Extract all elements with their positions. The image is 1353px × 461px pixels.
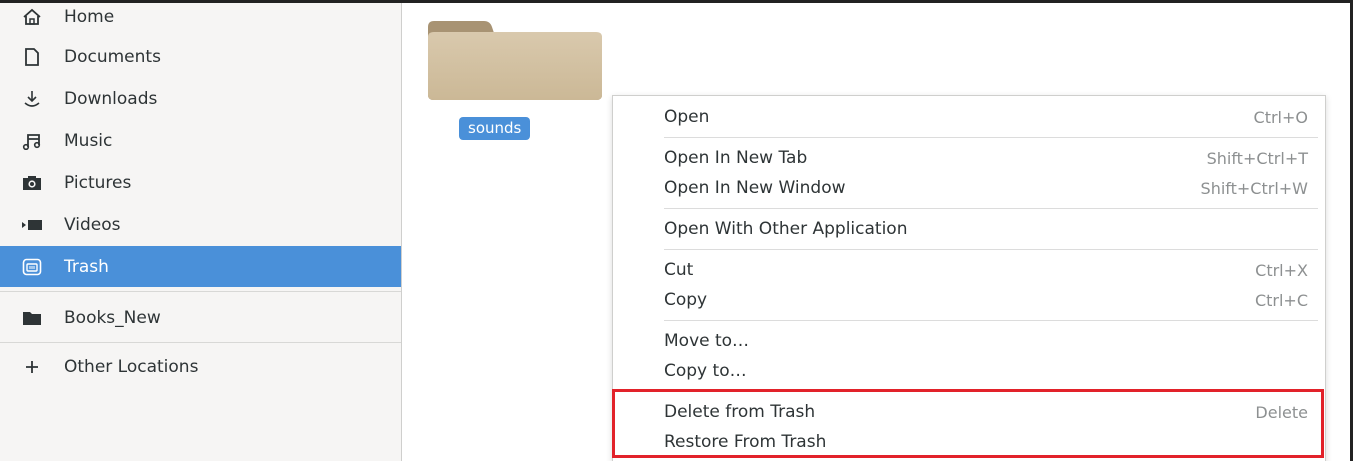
- menu-item-label: Move to…: [664, 331, 750, 351]
- sidebar-item-label: Other Locations: [64, 357, 199, 377]
- file-manager-window: Home Documents Downloads Music Pictures: [0, 0, 1353, 461]
- sidebar-item-label: Documents: [64, 47, 161, 67]
- sidebar-item-label: Pictures: [64, 173, 132, 193]
- menu-item-label: Open In New Tab: [664, 148, 808, 168]
- sidebar-item-label: Videos: [64, 215, 121, 235]
- menu-separator: [664, 137, 1318, 138]
- menu-item-label: Cut: [664, 260, 694, 280]
- menu-separator: [664, 249, 1318, 250]
- menu-item-shortcut: Shift+Ctrl+W: [1200, 178, 1308, 198]
- sidebar-separator: [0, 342, 401, 343]
- plus-icon: [21, 359, 43, 375]
- file-name-label[interactable]: sounds: [459, 117, 531, 140]
- sidebar-item-label: Trash: [64, 256, 109, 277]
- folder-icon[interactable]: [426, 15, 604, 101]
- menu-separator: [664, 208, 1318, 209]
- sidebar-item-downloads[interactable]: Downloads: [0, 79, 401, 119]
- sidebar-item-label: Downloads: [64, 89, 158, 109]
- menu-item-shortcut: Ctrl+X: [1255, 260, 1308, 280]
- menu-item-open-new-tab[interactable]: Open In New Tab Shift+Ctrl+T: [613, 142, 1325, 174]
- menu-item-shortcut: Shift+Ctrl+T: [1206, 148, 1308, 168]
- menu-item-open-new-window[interactable]: Open In New Window Shift+Ctrl+W: [613, 172, 1325, 204]
- download-icon: [21, 90, 43, 108]
- menu-item-label: Copy to…: [664, 361, 747, 381]
- menu-item-label: Open With Other Application: [664, 219, 908, 239]
- menu-item-open-with-other-application[interactable]: Open With Other Application: [613, 213, 1325, 245]
- sidebar-item-videos[interactable]: Videos: [0, 205, 401, 245]
- sidebar-separator: [0, 291, 401, 292]
- menu-item-shortcut: Ctrl+C: [1254, 290, 1308, 310]
- menu-item-open[interactable]: Open Ctrl+O: [613, 101, 1325, 133]
- sidebar-item-label: Music: [64, 131, 113, 151]
- sidebar-item-books-new[interactable]: Books_New: [0, 298, 401, 338]
- folder-icon: [21, 310, 43, 326]
- sidebar-item-label: Home: [64, 7, 115, 27]
- sidebar-item-other-locations[interactable]: Other Locations: [0, 347, 401, 387]
- window-top-border: [0, 0, 1353, 3]
- sidebar: Home Documents Downloads Music Pictures: [0, 0, 402, 461]
- music-icon: [21, 132, 43, 150]
- menu-item-shortcut: Ctrl+O: [1253, 107, 1308, 127]
- menu-item-label: Copy: [664, 290, 708, 310]
- trash-icon: [21, 258, 43, 276]
- camera-icon: [21, 175, 43, 191]
- menu-item-move-to[interactable]: Move to…: [613, 325, 1325, 357]
- menu-item-copy-to[interactable]: Copy to…: [613, 355, 1325, 387]
- sidebar-item-home[interactable]: Home: [0, 0, 401, 37]
- annotation-highlight-box: [612, 389, 1324, 458]
- sidebar-item-documents[interactable]: Documents: [0, 37, 401, 77]
- menu-item-label: Open: [664, 107, 710, 127]
- video-icon: [21, 218, 43, 232]
- menu-item-cut[interactable]: Cut Ctrl+X: [613, 254, 1325, 286]
- sidebar-item-music[interactable]: Music: [0, 121, 401, 161]
- sidebar-item-trash[interactable]: Trash: [0, 246, 401, 287]
- sidebar-item-pictures[interactable]: Pictures: [0, 163, 401, 203]
- menu-item-label: Open In New Window: [664, 178, 846, 198]
- menu-separator: [664, 320, 1318, 321]
- sidebar-item-label: Books_New: [64, 308, 161, 328]
- menu-item-copy[interactable]: Copy Ctrl+C: [613, 284, 1325, 316]
- document-icon: [21, 48, 43, 66]
- home-icon: [21, 8, 43, 26]
